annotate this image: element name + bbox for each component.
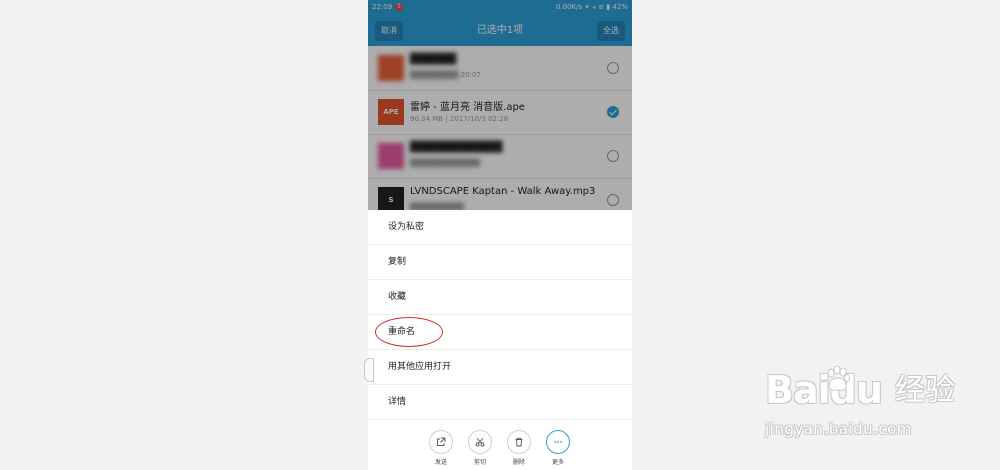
floating-side-handle[interactable]: [364, 358, 374, 382]
cut-action[interactable]: 剪切: [465, 430, 495, 466]
watermark-cn: 经验: [894, 373, 955, 408]
scissors-icon: [468, 430, 492, 454]
menu-item-favorite[interactable]: 收藏: [368, 280, 632, 315]
watermark-url: jingyan.baidu.com: [765, 420, 912, 438]
baidu-watermark: Baidu 经验 jingyan.baidu.com: [765, 365, 955, 438]
trash-icon: [507, 430, 531, 454]
dim-overlay[interactable]: [368, 0, 632, 210]
menu-item-open-with[interactable]: 用其他应用打开: [368, 350, 632, 385]
menu-item-copy[interactable]: 复制: [368, 245, 632, 280]
menu-item-details[interactable]: 详情: [368, 385, 632, 420]
highlight-annotation: [375, 317, 443, 347]
bottom-action-bar: 发送 剪切 删除 更多: [368, 426, 632, 470]
more-label: 更多: [551, 459, 564, 466]
share-icon: [429, 430, 453, 454]
action-sheet: 设为私密 复制 收藏 重命名 用其他应用打开 详情 发送 剪切 删除 更多: [368, 210, 632, 470]
menu-item-set-private[interactable]: 设为私密: [368, 210, 632, 245]
send-action[interactable]: 发送: [426, 430, 456, 466]
delete-action[interactable]: 删除: [504, 430, 534, 466]
phone-screen: 22:09 5 0.00K/s ⚭ ⁎ ≡ ▮ 42% 取消 已选中1项 全选 …: [368, 0, 632, 470]
more-icon: [546, 430, 570, 454]
more-action[interactable]: 更多: [543, 430, 573, 466]
send-label: 发送: [434, 459, 447, 466]
cut-label: 剪切: [473, 459, 486, 466]
paw-icon: [827, 365, 850, 391]
delete-label: 删除: [512, 459, 525, 466]
